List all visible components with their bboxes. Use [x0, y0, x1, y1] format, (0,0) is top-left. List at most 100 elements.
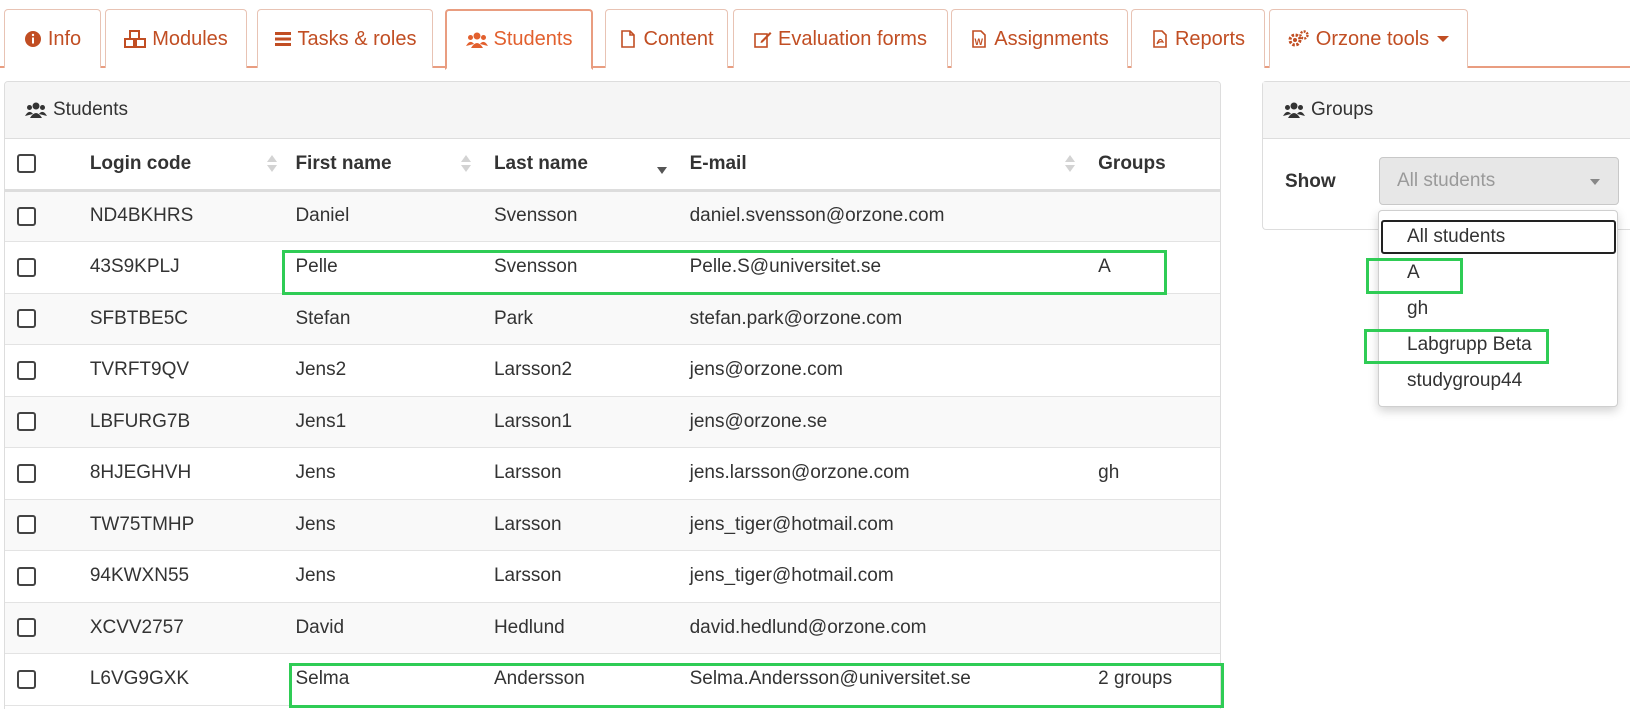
cell-login: ND4BKHRS: [89, 205, 194, 227]
tasks-icon: [274, 32, 291, 46]
group-filter-select[interactable]: All students: [1379, 157, 1619, 205]
sort-desc-icon: [656, 155, 667, 174]
row-checkbox[interactable]: [17, 206, 36, 226]
cell-last: Larsson: [493, 462, 562, 484]
row-checkbox[interactable]: [17, 669, 36, 689]
cell-last: Larsson1: [493, 410, 573, 432]
cell-email: david.hedlund@orzone.com: [689, 616, 927, 638]
cell-last: Hedlund: [493, 616, 565, 638]
users-icon: [25, 102, 47, 118]
column-label: Login code: [89, 152, 192, 174]
row-checkbox[interactable]: [17, 360, 36, 380]
table-row[interactable]: XCVV2757 David Hedlund david.hedlund@orzone…: [5, 602, 1220, 654]
cell-login: SFBTBE5C: [89, 307, 189, 329]
cell-email: daniel.svensson@orzone.com: [689, 205, 945, 227]
column-header-first-name[interactable]: First name: [295, 139, 494, 190]
cell-email: stefan.park@orzone.com: [689, 307, 903, 329]
option-group-gh[interactable]: gh: [1407, 294, 1428, 324]
table-row[interactable]: TVRFT9QV Jens2 Larsson2 jens@orzone.com: [5, 345, 1220, 397]
tab-label: Modules: [152, 27, 228, 50]
tab-evaluation-forms[interactable]: Evaluation forms: [733, 9, 948, 68]
cell-last: Andersson: [493, 668, 585, 690]
column-label: Last name: [493, 152, 588, 174]
cell-last: Park: [493, 307, 534, 329]
show-filter-row: Show All students: [1263, 157, 1630, 207]
column-label: E-mail: [689, 152, 747, 174]
sort-icon: [461, 155, 472, 173]
table-row[interactable]: 94KWXN55 Jens Larsson jens_tiger@hotmail.co…: [5, 551, 1220, 602]
tab-label: Evaluation forms: [778, 27, 927, 50]
option-all-students[interactable]: All students: [1407, 222, 1505, 252]
groups-panel: Groups Show All students: [1262, 81, 1630, 230]
cell-first: Stefan: [295, 307, 351, 329]
table-row[interactable]: ND4BKHRS Daniel Svensson daniel.svensson@or…: [5, 190, 1220, 242]
row-checkbox[interactable]: [17, 309, 36, 329]
cell-first: Jens: [295, 513, 336, 535]
panel-title: Students: [53, 99, 128, 120]
column-header-email[interactable]: E-mail: [690, 139, 1099, 190]
cell-login: TW75TMHP: [89, 513, 195, 535]
cell-login: XCVV2757: [89, 616, 184, 638]
column-header-last-name[interactable]: Last name: [494, 139, 690, 190]
cell-last: Larsson: [493, 513, 562, 535]
row-checkbox[interactable]: [17, 463, 36, 483]
cell-last: Svensson: [493, 256, 578, 278]
cell-login: LBFURG7B: [89, 410, 191, 432]
cell-last: Larsson: [493, 565, 562, 587]
cell-last: Svensson: [493, 205, 578, 227]
column-header-login-code[interactable]: Login code: [90, 139, 296, 190]
tab-info[interactable]: Info: [4, 9, 101, 68]
cell-first: Jens2: [295, 359, 347, 381]
caret-down-icon: [1437, 36, 1450, 42]
show-label: Show: [1285, 171, 1336, 192]
cell-groups: [1098, 345, 1220, 397]
table-row[interactable]: TW75TMHP Jens Larsson jens_tiger@hotmail.co…: [5, 499, 1220, 551]
caret-down-icon: [1590, 179, 1600, 185]
file-icon: [621, 30, 636, 48]
cell-login: TVRFT9QV: [89, 359, 190, 381]
row-checkbox[interactable]: [17, 257, 36, 277]
edit-icon: [754, 32, 772, 48]
cell-email: jens.larsson@orzone.com: [689, 462, 910, 484]
option-group-studygroup44[interactable]: studygroup44: [1407, 366, 1522, 396]
row-checkbox[interactable]: [17, 566, 36, 586]
cell-first: Pelle: [295, 256, 338, 278]
cell-groups: A: [1098, 256, 1111, 278]
cell-groups: [1098, 190, 1220, 242]
table-row[interactable]: L6VG9GXK Selma Andersson Selma.Andersson@un…: [5, 654, 1220, 705]
row-checkbox[interactable]: [17, 412, 36, 432]
column-header-groups[interactable]: Groups: [1098, 139, 1220, 190]
cell-groups: gh: [1098, 462, 1120, 484]
tab-modules[interactable]: Modules: [105, 9, 247, 68]
groups-panel-heading: Groups: [1263, 82, 1630, 139]
table-row[interactable]: 43S9KPLJ Pelle Svensson Pelle.S@universitet…: [5, 242, 1220, 293]
row-checkbox[interactable]: [17, 618, 36, 638]
cell-groups: [1098, 293, 1220, 345]
students-panel: Students Login code First name Last name…: [4, 81, 1221, 709]
cell-groups: [1098, 499, 1220, 551]
row-checkbox[interactable]: [17, 515, 36, 535]
table-row[interactable]: SFBTBE5C Stefan Park stefan.park@orzone.com: [5, 293, 1220, 345]
cell-first: Jens: [295, 462, 336, 484]
tab-students[interactable]: Students: [445, 9, 593, 70]
tab-assignments[interactable]: W Assignments: [951, 9, 1128, 68]
nav-tabs: Info Modules Tasks & roles Students Cont…: [0, 0, 1630, 70]
cell-groups: 2 groups: [1098, 668, 1173, 690]
column-label: First name: [295, 152, 392, 174]
tab-reports[interactable]: Reports: [1131, 9, 1265, 68]
cell-login: 43S9KPLJ: [89, 256, 180, 278]
sort-icon: [266, 155, 277, 173]
table-row[interactable]: LBFURG7B Jens1 Larsson1 jens@orzone.se: [5, 396, 1220, 448]
tab-content[interactable]: Content: [605, 9, 728, 68]
option-group-a[interactable]: A: [1407, 258, 1420, 288]
tab-orzone-tools[interactable]: Orzone tools: [1269, 9, 1468, 68]
table-row[interactable]: 8HJEGHVH Jens Larsson jens.larsson@orzone.c…: [5, 448, 1220, 499]
tab-label: Students: [493, 28, 573, 50]
students-table: Login code First name Last name E-mail G…: [5, 139, 1220, 706]
users-icon: [465, 32, 488, 48]
select-all-checkbox[interactable]: [17, 154, 36, 174]
tab-tasks-roles[interactable]: Tasks & roles: [257, 9, 433, 68]
svg-text:W: W: [975, 37, 984, 47]
users-icon: [1283, 102, 1305, 118]
option-group-labgrupp-beta[interactable]: Labgrupp Beta: [1407, 330, 1532, 360]
